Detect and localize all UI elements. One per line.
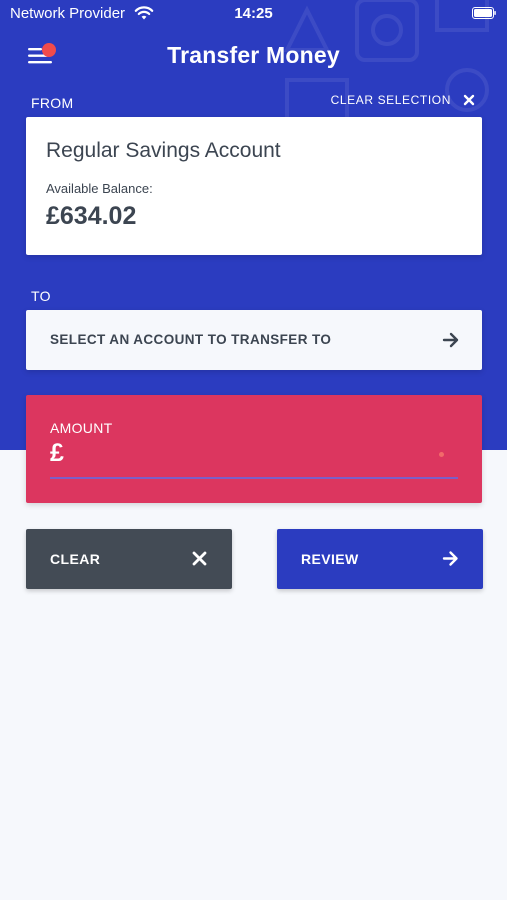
arrow-right-icon (442, 551, 458, 566)
review-button-label: REVIEW (301, 551, 359, 567)
close-icon (463, 94, 475, 106)
battery-icon (472, 7, 496, 19)
currency-symbol: £ (50, 439, 64, 467)
arrow-right-icon (442, 332, 459, 348)
from-account-card[interactable]: Regular Savings Account Available Balanc… (26, 117, 482, 255)
page-title: Transfer Money (167, 42, 340, 68)
clear-button-label: CLEAR (50, 551, 101, 567)
to-label: TO (31, 288, 51, 304)
available-balance-label: Available Balance: (46, 181, 153, 196)
amount-input[interactable] (78, 441, 452, 473)
close-icon (192, 551, 207, 566)
select-account-label: SELECT AN ACCOUNT TO TRANSFER TO (50, 332, 332, 347)
clear-selection-button[interactable]: CLEAR SELECTION (331, 93, 475, 107)
amount-card: AMOUNT £ (26, 395, 482, 503)
select-destination-account-button[interactable]: SELECT AN ACCOUNT TO TRANSFER TO (26, 310, 482, 370)
review-button[interactable]: REVIEW (277, 529, 483, 589)
clear-selection-label: CLEAR SELECTION (330, 93, 451, 107)
amount-label: AMOUNT (50, 420, 113, 436)
clock: 14:25 (234, 5, 273, 22)
from-account-name: Regular Savings Account (46, 139, 281, 162)
input-cursor-dot (439, 452, 444, 457)
available-balance-value: £634.02 (46, 202, 137, 230)
status-bar: Network Provider 14:25 (0, 0, 507, 28)
clear-button[interactable]: CLEAR (26, 529, 232, 589)
amount-underline (50, 477, 458, 479)
from-label: FROM (31, 95, 74, 111)
